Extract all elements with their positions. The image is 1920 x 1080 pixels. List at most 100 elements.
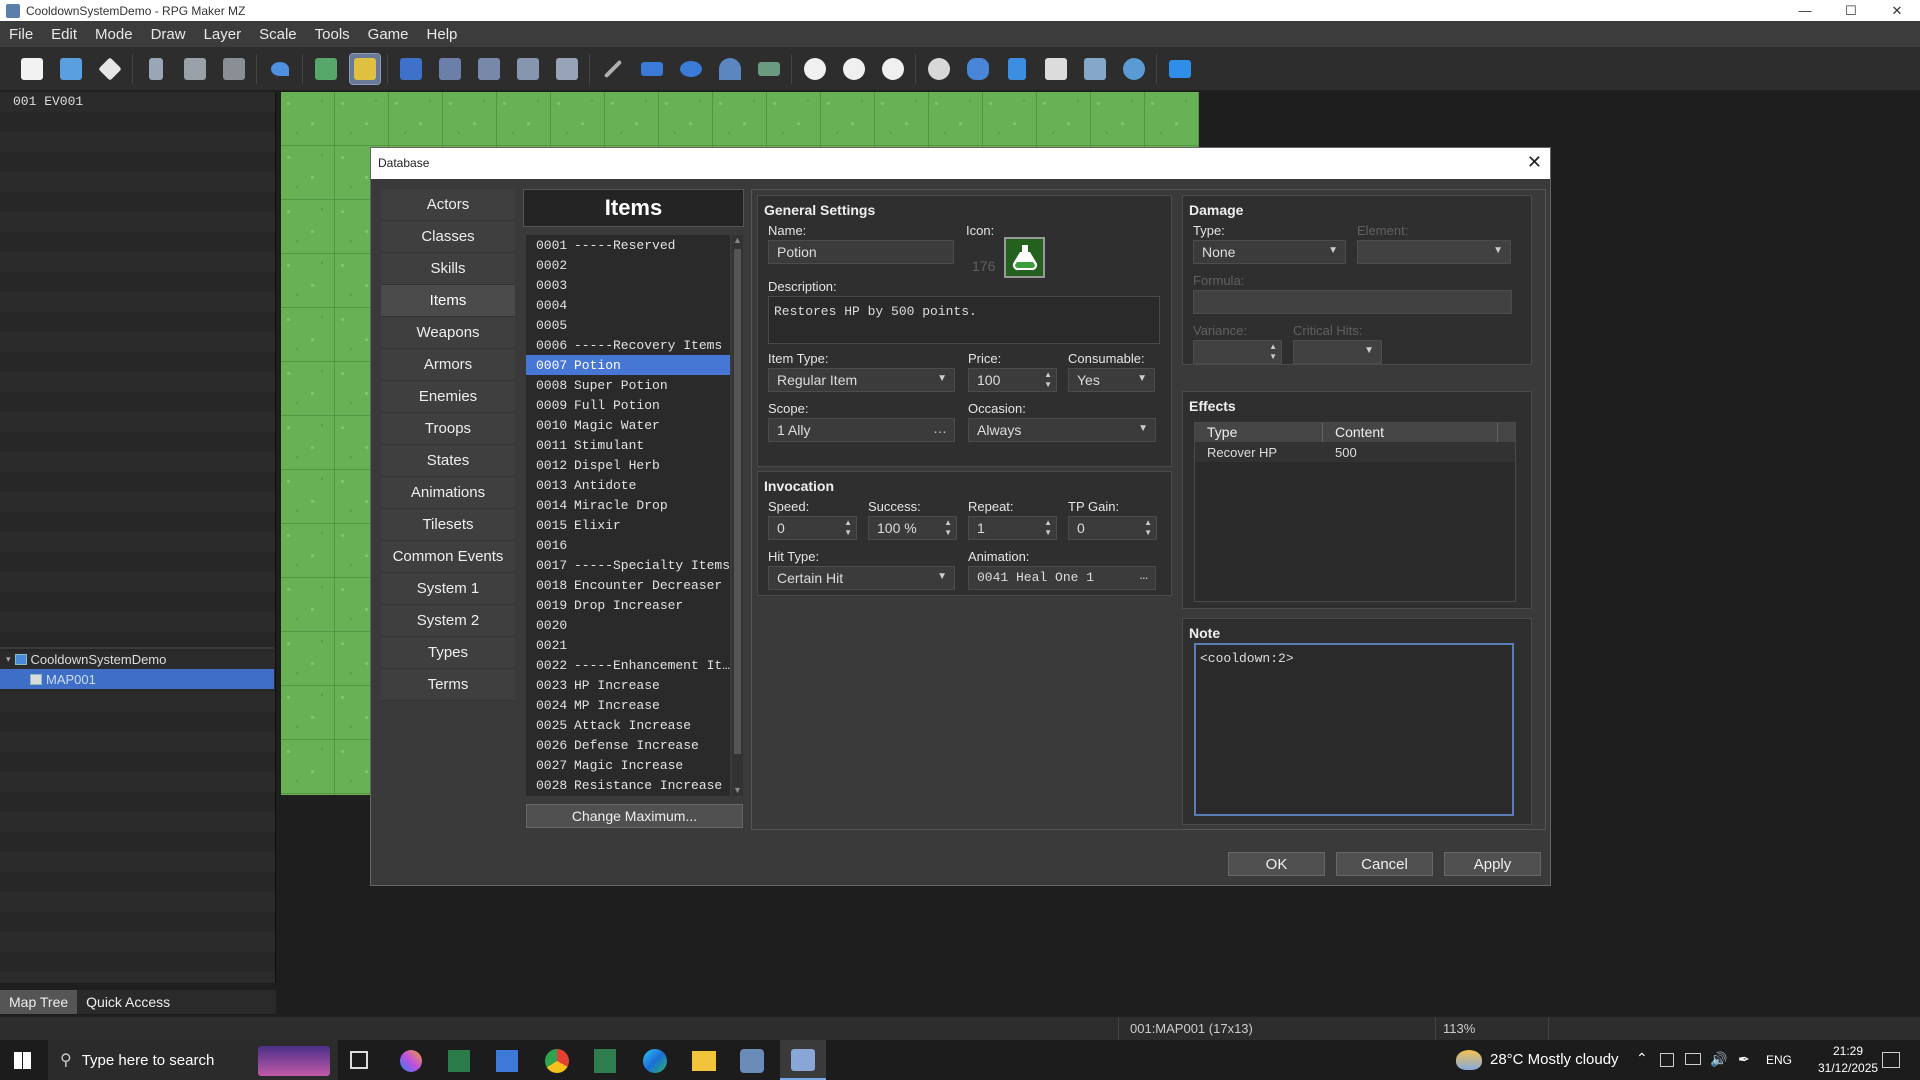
language-indicator[interactable]: ENG [1766, 1053, 1792, 1067]
app-icon-1[interactable] [448, 1050, 470, 1072]
scrollbar-thumb[interactable] [734, 249, 741, 754]
list-item[interactable]: 0021 [526, 635, 730, 655]
task-view-icon[interactable] [350, 1051, 368, 1069]
list-item[interactable]: 0004 [526, 295, 730, 315]
list-item[interactable]: 0005 [526, 315, 730, 335]
list-item[interactable]: 0024 MP Increase [526, 695, 730, 715]
event-mode-icon[interactable] [349, 52, 381, 85]
category-enemies[interactable]: Enemies [381, 381, 515, 413]
pencil-icon[interactable] [598, 54, 628, 84]
chrome-icon[interactable] [545, 1049, 569, 1073]
file-explorer-icon[interactable] [692, 1051, 716, 1071]
save-project-icon[interactable] [95, 54, 125, 84]
close-icon[interactable]: ✕ [1874, 0, 1920, 21]
event-searcher-icon[interactable] [1041, 54, 1071, 84]
apply-button[interactable]: Apply [1444, 852, 1541, 876]
category-types[interactable]: Types [381, 637, 515, 669]
network-icon[interactable] [1685, 1053, 1701, 1065]
list-item[interactable]: 0012 Dispel Herb [526, 455, 730, 475]
scroll-up-icon[interactable]: ▲ [732, 235, 743, 246]
category-troops[interactable]: Troops [381, 413, 515, 445]
store-icon[interactable] [496, 1050, 518, 1072]
app-icon-2[interactable] [740, 1049, 764, 1073]
list-item[interactable]: 0016 [526, 535, 730, 555]
resource-manager-icon[interactable] [1080, 54, 1110, 84]
list-item[interactable]: 0008 Super Potion [526, 375, 730, 395]
dialog-close-icon[interactable]: ✕ [1527, 152, 1542, 173]
occasion-select[interactable]: Always ▼ [968, 418, 1156, 442]
layer-b-icon[interactable] [435, 54, 465, 84]
edge-icon[interactable] [643, 1049, 667, 1073]
zoom-out-icon[interactable] [839, 54, 869, 84]
fill-icon[interactable] [715, 54, 745, 84]
event-list-item[interactable]: 001 EV001 [0, 92, 274, 111]
undo-icon[interactable] [265, 54, 295, 84]
list-item[interactable]: 0001 -----Reserved [526, 235, 730, 255]
pen-icon[interactable]: ✒ [1738, 1051, 1750, 1068]
list-item[interactable]: 0027 Magic Increase [526, 755, 730, 775]
layer-auto-icon[interactable] [552, 54, 582, 84]
item-list-scrollbar[interactable]: ▲ ▼ [732, 235, 743, 796]
list-item[interactable]: 0006 -----Recovery Items [526, 335, 730, 355]
list-item[interactable]: 0019 Drop Increaser [526, 595, 730, 615]
list-item[interactable]: 0011 Stimulant [526, 435, 730, 455]
character-generator-icon[interactable] [1119, 54, 1149, 84]
category-system-1[interactable]: System 1 [381, 573, 515, 605]
zoom-in-icon[interactable] [800, 54, 830, 84]
item-type-select[interactable]: Regular Item ▼ [768, 368, 955, 392]
description-field[interactable]: Restores HP by 500 points. [768, 296, 1160, 344]
list-item[interactable]: 0026 Defense Increase [526, 735, 730, 755]
category-states[interactable]: States [381, 445, 515, 477]
playtest-icon[interactable] [1165, 54, 1195, 84]
ok-button[interactable]: OK [1228, 852, 1325, 876]
scope-picker[interactable]: 1 Ally… [768, 418, 955, 442]
success-spinner[interactable]: 100 % ▲ ▼ [868, 516, 957, 540]
menu-mode[interactable]: Mode [86, 26, 142, 43]
tab-map-tree[interactable]: Map Tree [0, 990, 78, 1014]
potion-icon[interactable] [1004, 237, 1045, 278]
zoom-actual-icon[interactable] [878, 54, 908, 84]
category-actors[interactable]: Actors [381, 189, 515, 221]
menu-tools[interactable]: Tools [306, 26, 359, 43]
list-item[interactable]: 0003 [526, 275, 730, 295]
consumable-select[interactable]: Yes ▼ [1068, 368, 1155, 392]
clock-time[interactable]: 21:29 [1818, 1044, 1878, 1058]
menu-help[interactable]: Help [418, 26, 467, 43]
rectangle-icon[interactable] [637, 54, 667, 84]
shadow-pen-icon[interactable] [754, 54, 784, 84]
damage-type-select[interactable]: None ▼ [1193, 240, 1346, 264]
category-classes[interactable]: Classes [381, 221, 515, 253]
list-item[interactable]: 0018 Encounter Decreaser [526, 575, 730, 595]
tab-quick-access[interactable]: Quick Access [77, 990, 179, 1014]
list-item[interactable]: 0017 -----Specialty Items [526, 555, 730, 575]
rpgmaker-taskbar-button[interactable] [780, 1040, 826, 1080]
scroll-down-icon[interactable]: ▼ [732, 785, 743, 796]
category-weapons[interactable]: Weapons [381, 317, 515, 349]
open-project-icon[interactable] [56, 54, 86, 84]
taskbar-search-box[interactable]: ⚲ Type here to search [48, 1040, 338, 1080]
effects-col-content[interactable]: Content [1323, 423, 1498, 442]
map-mode-icon[interactable] [311, 54, 341, 84]
category-armors[interactable]: Armors [381, 349, 515, 381]
volume-icon[interactable]: 🔊 [1710, 1051, 1727, 1068]
category-tilesets[interactable]: Tilesets [381, 509, 515, 541]
category-items[interactable]: Items [381, 285, 515, 317]
database-icon[interactable] [924, 54, 954, 84]
category-system-2[interactable]: System 2 [381, 605, 515, 637]
tray-chevron-icon[interactable]: ⌃ [1636, 1050, 1648, 1067]
list-item[interactable]: 0015 Elixir [526, 515, 730, 535]
minimize-icon[interactable]: — [1782, 0, 1828, 21]
effects-col-type[interactable]: Type [1195, 423, 1323, 442]
collapse-icon[interactable]: ▾ [6, 654, 11, 665]
weather-text[interactable]: 28°C Mostly cloudy [1490, 1051, 1619, 1068]
layer-d-icon[interactable] [513, 54, 543, 84]
cut-icon[interactable] [141, 54, 171, 84]
menu-scale[interactable]: Scale [250, 26, 306, 43]
list-item[interactable]: 0009 Full Potion [526, 395, 730, 415]
copilot-icon[interactable] [400, 1050, 422, 1072]
note-textarea[interactable]: <cooldown:2> [1194, 643, 1514, 816]
tp-gain-spinner[interactable]: 0 ▲ ▼ [1068, 516, 1157, 540]
plugin-manager-icon[interactable] [963, 54, 993, 84]
price-spinner[interactable]: 100 ▲ ▼ [968, 368, 1057, 392]
layer-a-icon[interactable] [396, 54, 426, 84]
